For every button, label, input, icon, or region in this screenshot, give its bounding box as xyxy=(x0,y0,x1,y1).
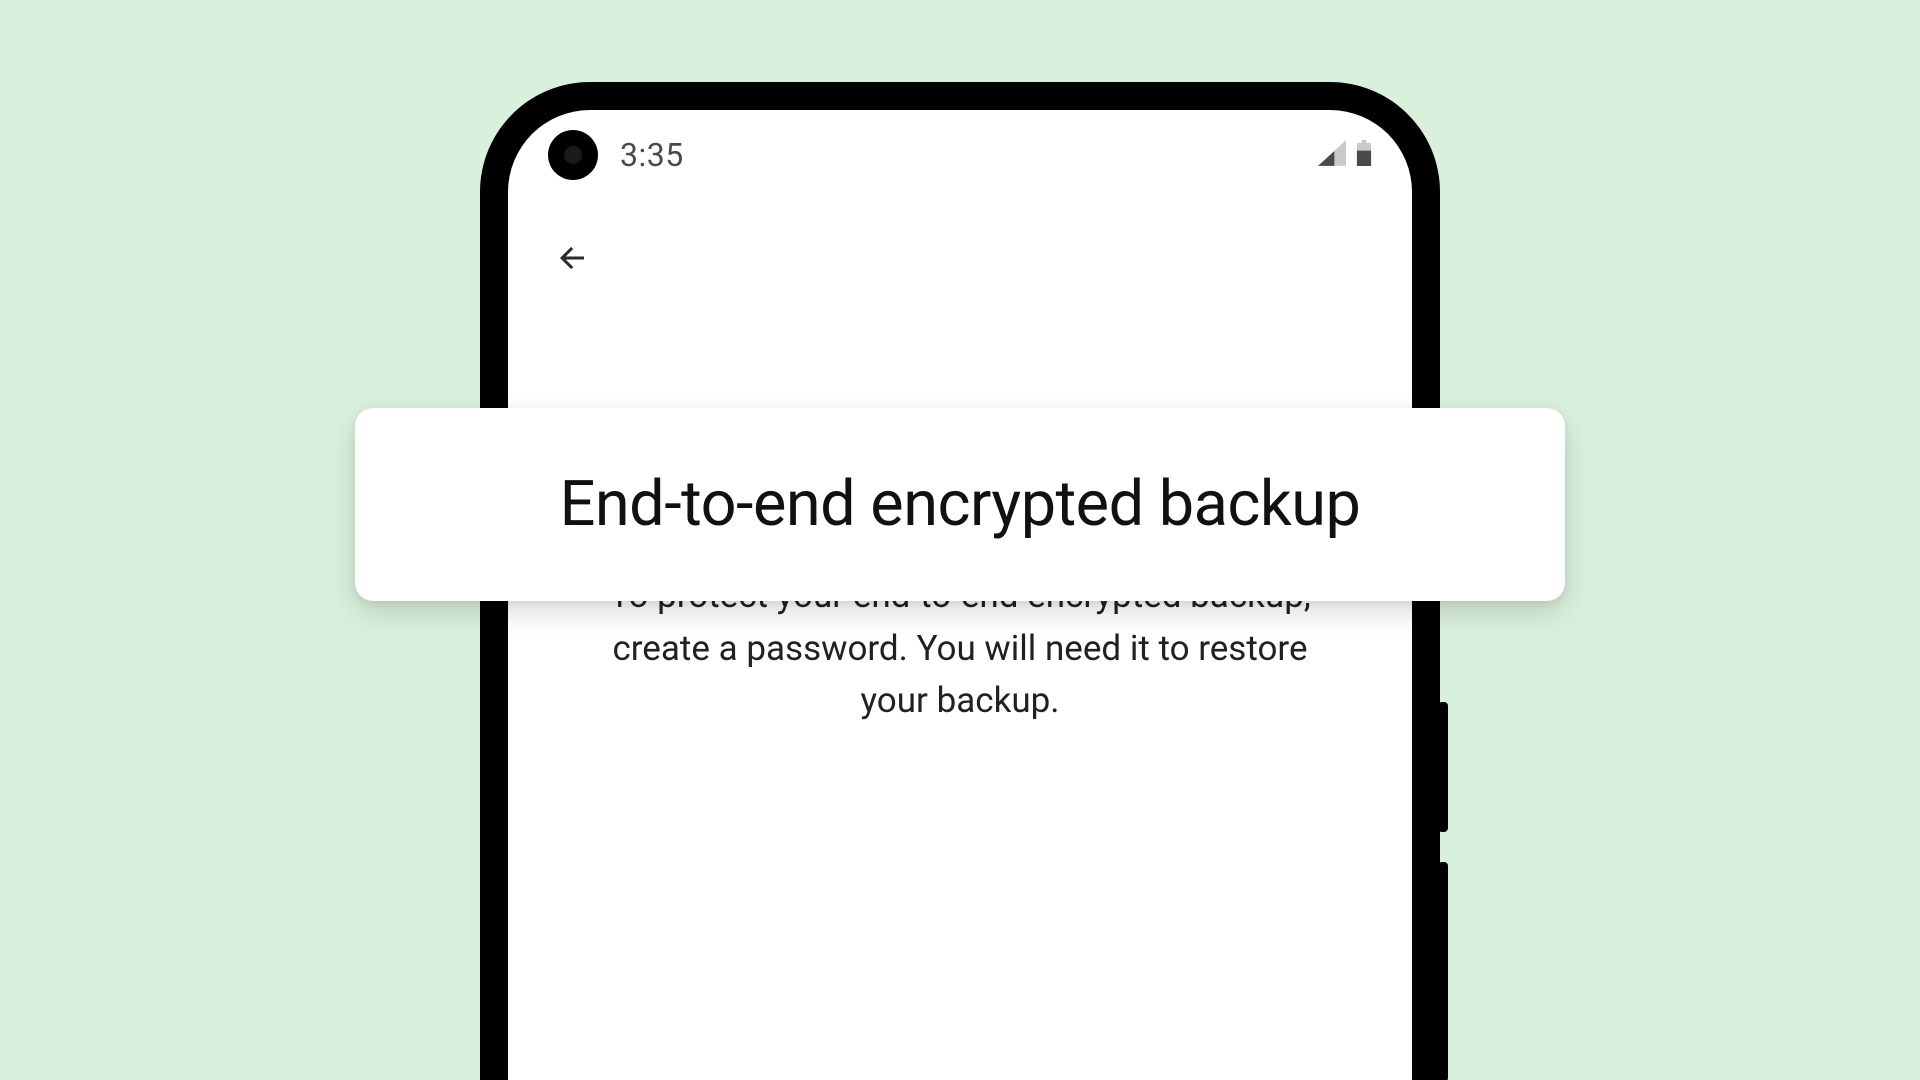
arrow-left-icon xyxy=(554,240,590,280)
back-button[interactable] xyxy=(548,236,596,284)
app-bar xyxy=(508,210,1412,310)
promo-canvas: 3:35 xyxy=(0,0,1920,1080)
cellular-signal-icon xyxy=(1318,140,1346,170)
camera-punch-hole xyxy=(548,130,598,180)
phone-side-button xyxy=(1438,702,1448,832)
status-bar: 3:35 xyxy=(508,110,1412,200)
phone-side-button xyxy=(1438,862,1448,1080)
status-icons xyxy=(1318,140,1372,170)
status-clock: 3:35 xyxy=(620,136,684,174)
battery-icon xyxy=(1356,140,1372,170)
page-title: End-to-end encrypted backup xyxy=(395,468,1525,541)
title-card: End-to-end encrypted backup xyxy=(355,408,1565,601)
